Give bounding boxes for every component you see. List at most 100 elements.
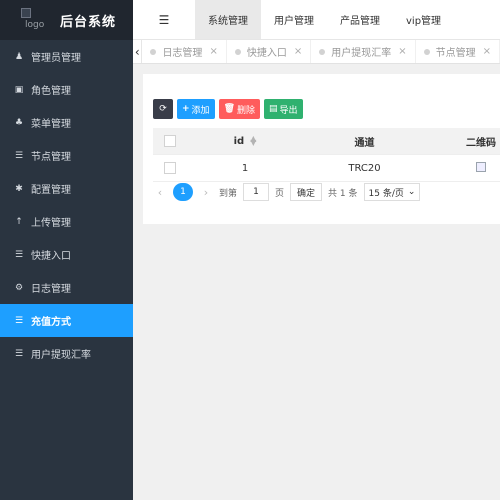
sidebar-item-label: 日志管理	[31, 284, 71, 295]
sidebar-item-5[interactable]: ↑ 上传管理	[0, 205, 133, 238]
refresh-button[interactable]: ⟳	[153, 99, 173, 119]
list-icon: ☰	[14, 249, 24, 260]
sidebar-item-9[interactable]: ☰ 用户提现汇率	[0, 337, 133, 370]
cell-channel: TRC20	[348, 162, 381, 174]
nav-tabs-bar: ‹ 日志管理 × 快捷入口 × 用户提现汇率 × 节点管理 ×	[133, 40, 500, 64]
logo-image: logo	[21, 8, 51, 32]
logo-bar: logo 后台系统	[0, 0, 133, 40]
list-icon: ☰	[14, 150, 24, 161]
sidebar-item-0[interactable]: ♟ 管理员管理	[0, 40, 133, 73]
close-icon[interactable]: ×	[483, 46, 491, 57]
sidebar-item-label: 快捷入口	[31, 251, 71, 262]
dot-icon	[234, 48, 241, 55]
asterisk-icon: ✱	[15, 183, 23, 194]
confirm-button[interactable]: 确定	[290, 183, 323, 201]
column-header-id-label: id	[233, 135, 245, 147]
menu-fold-icon[interactable]: ☰	[133, 0, 195, 39]
list-icon: ☰	[14, 315, 24, 326]
export-button[interactable]: ▤ 导出	[264, 99, 303, 119]
prev-page-icon[interactable]: ‹	[153, 186, 167, 199]
dot-icon	[423, 48, 430, 55]
column-header-qr: 二维码	[466, 137, 496, 149]
sidebar: logo 后台系统 ♟ 管理员管理 ▣ 角色管理 ♣ 菜单管理 ☰ 节点管理 ✱ 配置管理 ↑ 上传管…	[0, 0, 133, 500]
nav-tab-label: 日志管理	[162, 48, 203, 59]
goto-label: 到第	[219, 188, 238, 199]
tab-1[interactable]: 用户管理	[261, 0, 327, 39]
delete-button[interactable]: 🗑 删除	[218, 99, 261, 119]
gear-icon: ⚙	[14, 282, 24, 293]
nav-tab-2[interactable]: 用户提现汇率 ×	[311, 40, 416, 63]
sidebar-item-8[interactable]: ☰ 充值方式	[0, 304, 133, 337]
add-button[interactable]: + 添加	[177, 99, 215, 119]
checkbox-box[interactable]	[163, 162, 176, 174]
pagination: ‹ 1 › 到第 1 页 确定 共 1 条 15 条/页 ⌄	[153, 183, 421, 201]
cell-qr	[425, 161, 500, 175]
tree-icon: ♣	[14, 117, 24, 128]
current-page[interactable]: 1	[173, 183, 193, 201]
dot-icon	[319, 48, 326, 55]
table-header: id ▲ ▼ 通道 二维码	[153, 128, 500, 155]
sidebar-item-label: 用户提现汇率	[31, 350, 91, 361]
cell-id: 1	[241, 162, 249, 174]
top-tabs: 系统管理 用户管理 产品管理 vip管理	[195, 0, 454, 39]
column-header-id[interactable]: id ▲ ▼	[186, 135, 304, 147]
sidebar-item-2[interactable]: ♣ 菜单管理	[0, 106, 133, 139]
table-body: 1 TRC20	[153, 155, 500, 182]
tab-3[interactable]: vip管理	[393, 0, 454, 39]
close-icon[interactable]: ×	[398, 46, 406, 57]
sidebar-item-label: 节点管理	[31, 152, 71, 163]
close-icon[interactable]: ×	[294, 46, 302, 57]
page-size-select[interactable]: 15 条/页 ⌄	[363, 183, 421, 201]
app-title: 后台系统	[60, 15, 117, 30]
top-header: ☰ 系统管理 用户管理 产品管理 vip管理	[133, 0, 500, 40]
add-button-label: 添加	[191, 105, 210, 116]
chevron-down-icon: ⌄	[407, 187, 416, 197]
list-icon: ☰	[14, 348, 24, 359]
sidebar-item-7[interactable]: ⚙ 日志管理	[0, 271, 133, 304]
checkbox-box[interactable]	[163, 135, 176, 147]
trash-icon: 🗑	[223, 104, 235, 114]
export-icon: ▤	[269, 104, 278, 114]
sidebar-item-label: 上传管理	[31, 218, 71, 229]
person-icon: ♟	[14, 51, 24, 62]
sidebar-item-6[interactable]: ☰ 快捷入口	[0, 238, 133, 271]
sort-icon[interactable]: ▲ ▼	[250, 135, 256, 147]
nav-tabs: 日志管理 × 快捷入口 × 用户提现汇率 × 节点管理 ×	[142, 40, 500, 63]
export-button-label: 导出	[279, 105, 298, 116]
close-icon[interactable]: ×	[209, 46, 217, 57]
toolbar: ⟳ + 添加 🗑 删除 ▤ 导出	[153, 99, 303, 119]
sidebar-item-4[interactable]: ✱ 配置管理	[0, 172, 133, 205]
tab-2[interactable]: 产品管理	[327, 0, 393, 39]
next-page-icon[interactable]: ›	[199, 186, 213, 199]
select-all-checkbox[interactable]	[153, 135, 186, 147]
app-root: logo 后台系统 ♟ 管理员管理 ▣ 角色管理 ♣ 菜单管理 ☰ 节点管理 ✱ 配置管理 ↑ 上传管…	[0, 0, 500, 500]
role-icon: ▣	[14, 84, 24, 95]
nav-tab-label: 快捷入口	[246, 48, 287, 59]
sidebar-item-label: 角色管理	[31, 86, 71, 97]
sidebar-menu: ♟ 管理员管理 ▣ 角色管理 ♣ 菜单管理 ☰ 节点管理 ✱ 配置管理 ↑ 上传管理 ☰ 快捷入口 ⚙ 日志管…	[0, 40, 133, 370]
chevron-left-icon[interactable]: ‹	[133, 40, 143, 63]
data-table: id ▲ ▼ 通道 二维码 1 TRC20	[153, 128, 500, 182]
content-panel: ⟳ + 添加 🗑 删除 ▤ 导出 id ▲ ▼ 通道 二维码 1 TRC20 ‹…	[143, 74, 500, 224]
nav-tab-0[interactable]: 日志管理 ×	[142, 40, 227, 63]
arrow-up-icon: ↑	[15, 216, 23, 227]
sidebar-item-3[interactable]: ☰ 节点管理	[0, 139, 133, 172]
plus-icon: +	[182, 104, 190, 114]
nav-tab-1[interactable]: 快捷入口 ×	[227, 40, 312, 63]
nav-tab-3[interactable]: 节点管理 ×	[416, 40, 500, 63]
column-header-channel: 通道	[354, 137, 375, 149]
table-row[interactable]: 1 TRC20	[153, 155, 500, 182]
delete-button-label: 删除	[237, 105, 256, 116]
sidebar-item-label: 菜单管理	[31, 119, 71, 130]
row-checkbox[interactable]	[153, 162, 186, 174]
nav-tab-label: 节点管理	[435, 48, 476, 59]
logo-alt-text: logo	[25, 20, 45, 30]
qr-image-icon[interactable]	[476, 161, 486, 172]
dot-icon	[150, 48, 157, 55]
sidebar-item-1[interactable]: ▣ 角色管理	[0, 73, 133, 106]
page-input[interactable]: 1	[243, 183, 270, 201]
broken-image-icon	[21, 8, 31, 18]
tab-0[interactable]: 系统管理	[195, 0, 261, 39]
page-size-value: 15 条/页	[368, 188, 404, 199]
sidebar-item-label: 管理员管理	[31, 53, 81, 64]
